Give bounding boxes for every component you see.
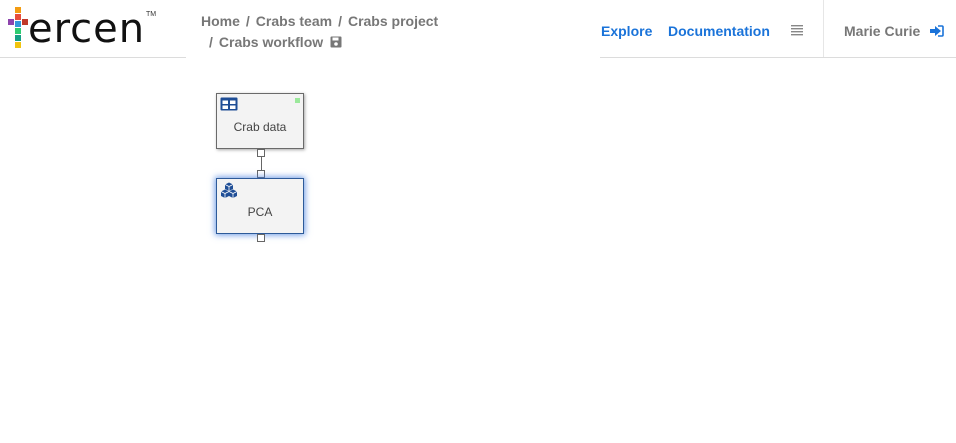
- header-divider: [823, 0, 824, 57]
- input-port[interactable]: [257, 170, 265, 178]
- logo-cross-icon: [8, 7, 28, 48]
- tercen-logo[interactable]: ercen TM: [8, 5, 158, 53]
- status-indicator: [295, 98, 300, 103]
- logout-icon[interactable]: [929, 25, 944, 37]
- breadcrumb-project[interactable]: Crabs project: [348, 13, 438, 29]
- nav-explore[interactable]: Explore: [601, 23, 652, 39]
- breadcrumb-workflow[interactable]: Crabs workflow: [219, 34, 323, 50]
- breadcrumb-team[interactable]: Crabs team: [256, 13, 332, 29]
- breadcrumb-separator: /: [245, 13, 250, 29]
- cubes-icon: [220, 182, 238, 198]
- header-mask: [186, 57, 600, 59]
- logo-trademark: TM: [146, 11, 157, 18]
- logo-text: ercen: [28, 6, 146, 52]
- breadcrumb-separator: /: [338, 13, 342, 29]
- output-port[interactable]: [257, 234, 265, 242]
- step-label: PCA: [247, 205, 273, 219]
- hamburger-icon[interactable]: [790, 24, 804, 36]
- table-icon: [220, 97, 238, 111]
- nav-documentation[interactable]: Documentation: [668, 23, 770, 39]
- user-name[interactable]: Marie Curie: [844, 23, 920, 39]
- breadcrumb-separator: /: [209, 34, 213, 50]
- workflow-step-pca[interactable]: PCA: [216, 178, 304, 234]
- step-link: [261, 156, 262, 170]
- save-icon[interactable]: [330, 36, 342, 48]
- breadcrumb: Home / Crabs team / Crabs project / Crabs wor…: [201, 11, 581, 53]
- breadcrumb-home[interactable]: Home: [201, 13, 240, 29]
- workflow-step-crab-data[interactable]: Crab data: [216, 93, 304, 149]
- step-label: Crab data: [233, 120, 287, 134]
- top-header: ercen TM Home / Crabs team / Crabs project /…: [0, 0, 956, 59]
